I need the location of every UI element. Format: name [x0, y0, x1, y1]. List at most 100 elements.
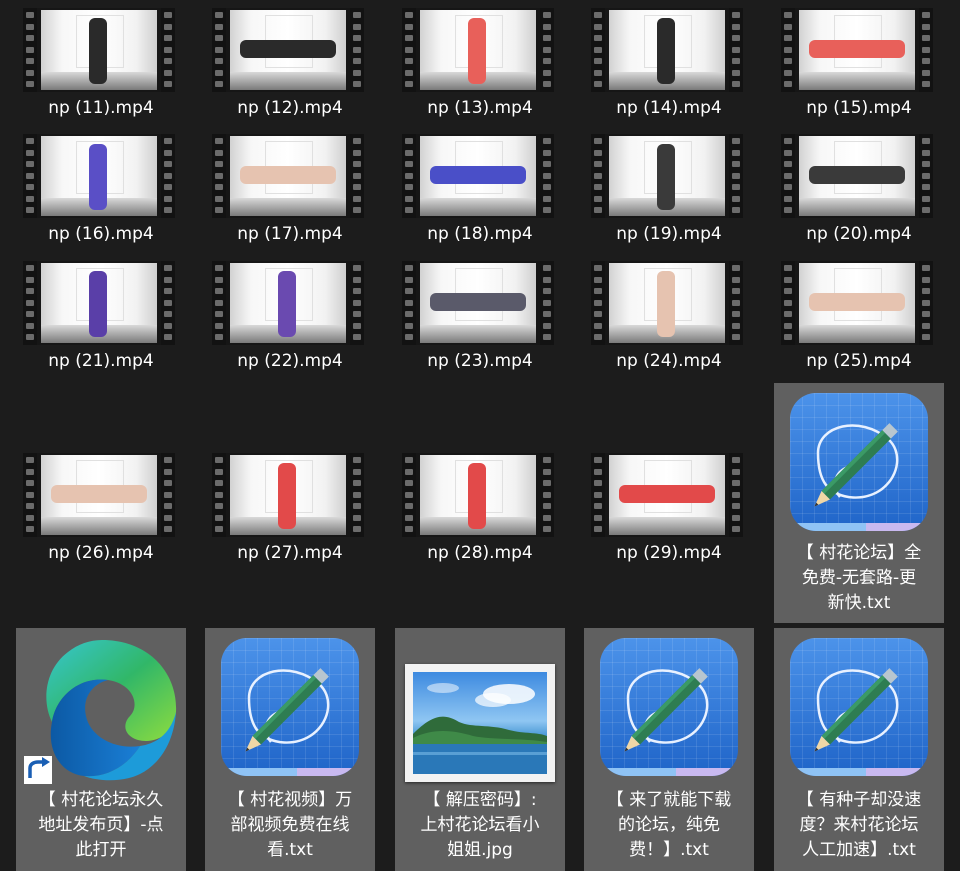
figure-shape: [89, 144, 107, 210]
video-file-item[interactable]: np (24).mp4: [584, 261, 754, 379]
film-strip-icon: [212, 453, 226, 537]
video-file-item[interactable]: np (18).mp4: [395, 134, 565, 252]
film-strip-icon: [540, 261, 554, 345]
file-item-txt-torrent-speed[interactable]: 【 有种子却没速 度？来村花论坛 人工加速】.txt: [774, 628, 944, 871]
file-label: np (14).mp4: [616, 98, 722, 118]
video-file-item[interactable]: np (14).mp4: [584, 8, 754, 126]
film-strip-icon: [161, 8, 175, 92]
file-label: 【 有种子却没速 度？来村花论坛 人工加速】.txt: [796, 790, 922, 860]
video-frame: [609, 455, 725, 535]
video-file-item[interactable]: np (28).mp4: [395, 453, 565, 571]
file-item-txt-free-forum[interactable]: 【 村花论坛】全 免费-无套路-更 新快.txt: [774, 383, 944, 623]
video-frame: [230, 10, 346, 90]
figure-shape: [89, 271, 107, 337]
film-strip-icon: [161, 453, 175, 537]
film-strip-icon: [591, 134, 605, 218]
figure-shape: [89, 18, 107, 84]
video-thumbnail: [212, 261, 364, 345]
video-thumbnail: [402, 134, 554, 218]
figure-shape: [278, 271, 296, 337]
film-strip-icon: [161, 261, 175, 345]
film-strip-icon: [402, 453, 416, 537]
video-thumbnail: [402, 8, 554, 92]
video-file-item[interactable]: np (29).mp4: [584, 453, 754, 571]
figure-shape: [809, 293, 905, 311]
edge-browser-icon: [24, 640, 177, 784]
file-item-forum-shortcut[interactable]: 【 村花论坛永久 地址发布页】-点 此打开: [16, 628, 186, 871]
video-thumbnail: [402, 261, 554, 345]
video-file-item[interactable]: np (21).mp4: [16, 261, 186, 379]
film-strip-icon: [729, 261, 743, 345]
film-strip-icon: [591, 8, 605, 92]
film-strip-icon: [212, 261, 226, 345]
video-frame: [420, 10, 536, 90]
video-thumbnail: [591, 261, 743, 345]
film-strip-icon: [402, 261, 416, 345]
file-label: np (15).mp4: [806, 98, 912, 118]
file-label: np (19).mp4: [616, 224, 722, 244]
figure-shape: [240, 40, 336, 58]
file-label: np (13).mp4: [427, 98, 533, 118]
figure-shape: [657, 271, 675, 337]
video-frame: [609, 136, 725, 216]
video-thumbnail: [591, 453, 743, 537]
video-file-item[interactable]: np (19).mp4: [584, 134, 754, 252]
video-file-item[interactable]: np (11).mp4: [16, 8, 186, 126]
video-file-item[interactable]: np (20).mp4: [774, 134, 944, 252]
file-label: np (21).mp4: [48, 351, 154, 371]
file-label: np (27).mp4: [237, 543, 343, 563]
video-file-item[interactable]: np (12).mp4: [205, 8, 375, 126]
video-thumbnail: [212, 8, 364, 92]
notepad-pencil-icon: [221, 638, 359, 776]
video-thumbnail: [591, 8, 743, 92]
notepad-pencil-icon: [600, 638, 738, 776]
video-frame: [799, 136, 915, 216]
figure-shape: [809, 40, 905, 58]
video-file-item[interactable]: np (25).mp4: [774, 261, 944, 379]
video-thumbnail: [781, 8, 933, 92]
video-file-item[interactable]: np (23).mp4: [395, 261, 565, 379]
video-thumbnail: [23, 453, 175, 537]
video-file-item[interactable]: np (26).mp4: [16, 453, 186, 571]
film-strip-icon: [540, 134, 554, 218]
notepad-pencil-icon: [790, 393, 928, 531]
figure-shape: [657, 18, 675, 84]
video-frame: [41, 10, 157, 90]
film-strip-icon: [729, 134, 743, 218]
film-strip-icon: [402, 8, 416, 92]
film-strip-icon: [212, 8, 226, 92]
file-label: np (20).mp4: [806, 224, 912, 244]
video-frame: [799, 10, 915, 90]
video-thumbnail: [23, 8, 175, 92]
figure-shape: [809, 166, 905, 184]
film-strip-icon: [350, 134, 364, 218]
film-strip-icon: [591, 261, 605, 345]
film-strip-icon: [729, 8, 743, 92]
video-frame: [420, 136, 536, 216]
video-file-item[interactable]: np (27).mp4: [205, 453, 375, 571]
video-frame: [230, 263, 346, 343]
video-file-item[interactable]: np (15).mp4: [774, 8, 944, 126]
file-label: np (28).mp4: [427, 543, 533, 563]
video-file-item[interactable]: np (22).mp4: [205, 261, 375, 379]
video-file-item[interactable]: np (17).mp4: [205, 134, 375, 252]
video-frame: [41, 263, 157, 343]
file-item-txt-videos[interactable]: 【 村花视频】万 部视频免费在线 看.txt: [205, 628, 375, 871]
video-file-item[interactable]: np (16).mp4: [16, 134, 186, 252]
file-label: 【 来了就能下载 的论坛，纯免 费！】.txt: [606, 790, 732, 860]
film-strip-icon: [591, 453, 605, 537]
video-thumbnail: [212, 453, 364, 537]
file-label: np (22).mp4: [237, 351, 343, 371]
film-strip-icon: [23, 453, 37, 537]
film-strip-icon: [919, 8, 933, 92]
file-item-txt-download-forum[interactable]: 【 来了就能下载 的论坛，纯免 费！】.txt: [584, 628, 754, 871]
video-thumbnail: [23, 261, 175, 345]
figure-shape: [51, 485, 147, 503]
video-thumbnail: [402, 453, 554, 537]
video-thumbnail: [781, 261, 933, 345]
film-strip-icon: [350, 453, 364, 537]
figure-shape: [468, 463, 486, 529]
figure-shape: [430, 293, 526, 311]
video-file-item[interactable]: np (13).mp4: [395, 8, 565, 126]
file-item-jpg-password[interactable]: 【 解压密码】: 上村花论坛看小 姐姐.jpg: [395, 628, 565, 871]
